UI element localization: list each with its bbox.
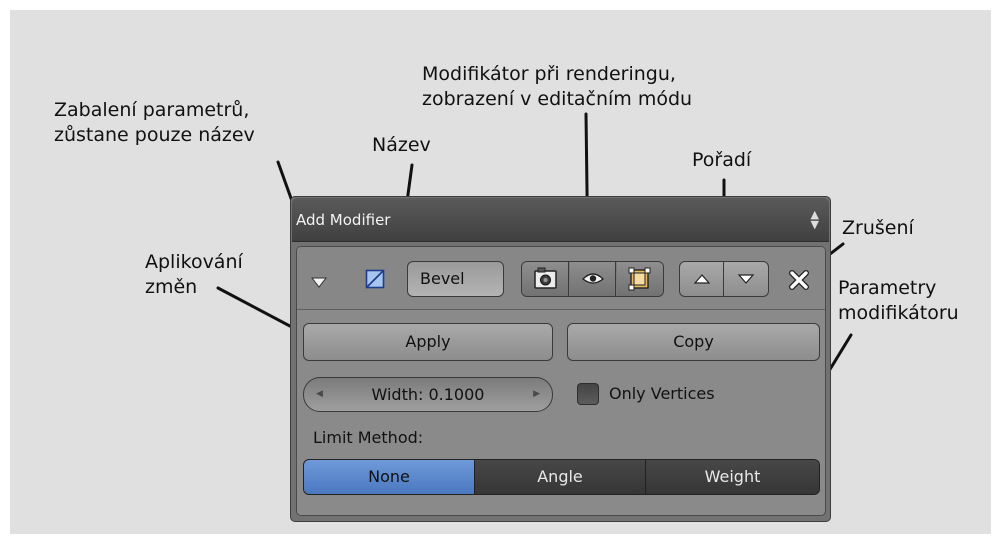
move-down-button[interactable] <box>725 262 768 296</box>
apply-button[interactable]: Apply <box>303 323 553 361</box>
limit-method-label: Limit Method: <box>313 428 424 447</box>
render-toggle[interactable] <box>522 262 569 296</box>
eye-icon <box>582 273 604 284</box>
display-toggle[interactable] <box>570 262 616 296</box>
add-modifier-dropdown[interactable]: Add Modifier ▲ ▼ <box>292 198 829 242</box>
annotation-collapse-line2: zůstane pouze název <box>54 124 255 146</box>
annotation-render-edit: Modifikátor při renderingu, zobrazení v … <box>422 62 692 112</box>
updown-arrows-icon: ▲ ▼ <box>810 208 819 231</box>
annotation-parameters-line1: Parametry <box>838 277 937 299</box>
limit-method-weight[interactable]: Weight <box>646 460 819 494</box>
only-vertices-label: Only Vertices <box>609 384 715 403</box>
limit-method-none[interactable]: None <box>304 460 475 494</box>
annotation-name: Název <box>372 134 431 156</box>
arrow-up-icon <box>693 274 711 284</box>
annotation-render-edit-line1: Modifikátor při renderingu, <box>422 63 676 85</box>
annotation-parameters-line2: modifikátoru <box>838 302 959 324</box>
move-up-button[interactable] <box>680 262 724 296</box>
annotation-apply-line1: Aplikování <box>145 251 243 273</box>
limit-method-angle[interactable]: Angle <box>475 460 646 494</box>
editmode-toggle[interactable] <box>617 262 663 296</box>
close-icon[interactable] <box>787 268 811 296</box>
annotation-collapse-line1: Zabalení parametrů, <box>54 99 250 121</box>
annotation-apply: Aplikování změn <box>145 250 243 300</box>
modifier-name-field[interactable]: Bevel <box>407 261 504 297</box>
annotation-parameters: Parametry modifikátoru <box>838 276 959 326</box>
width-field[interactable]: ◀ Width: 0.1000 ▶ <box>303 377 553 412</box>
annotation-apply-line2: změn <box>145 276 198 298</box>
add-modifier-label: Add Modifier <box>296 211 391 229</box>
annotation-collapse: Zabalení parametrů, zůstane pouze název <box>54 98 255 148</box>
copy-button[interactable]: Copy <box>567 323 820 361</box>
bevel-modifier-icon <box>365 269 385 293</box>
editmode-icon <box>628 267 651 291</box>
annotation-cancel: Zrušení <box>842 217 914 239</box>
annotation-order: Pořadí <box>692 149 752 171</box>
only-vertices-checkbox[interactable] <box>577 383 599 405</box>
camera-icon <box>534 267 557 289</box>
annotation-render-edit-line2: zobrazení v editačním módu <box>422 88 693 110</box>
triangle-down-icon[interactable] <box>310 273 328 292</box>
limit-method-selector: None Angle Weight <box>303 459 820 495</box>
arrow-down-icon <box>737 274 755 284</box>
increment-arrow-icon[interactable]: ▶ <box>533 378 540 411</box>
width-value: Width: 0.1000 <box>371 385 485 404</box>
